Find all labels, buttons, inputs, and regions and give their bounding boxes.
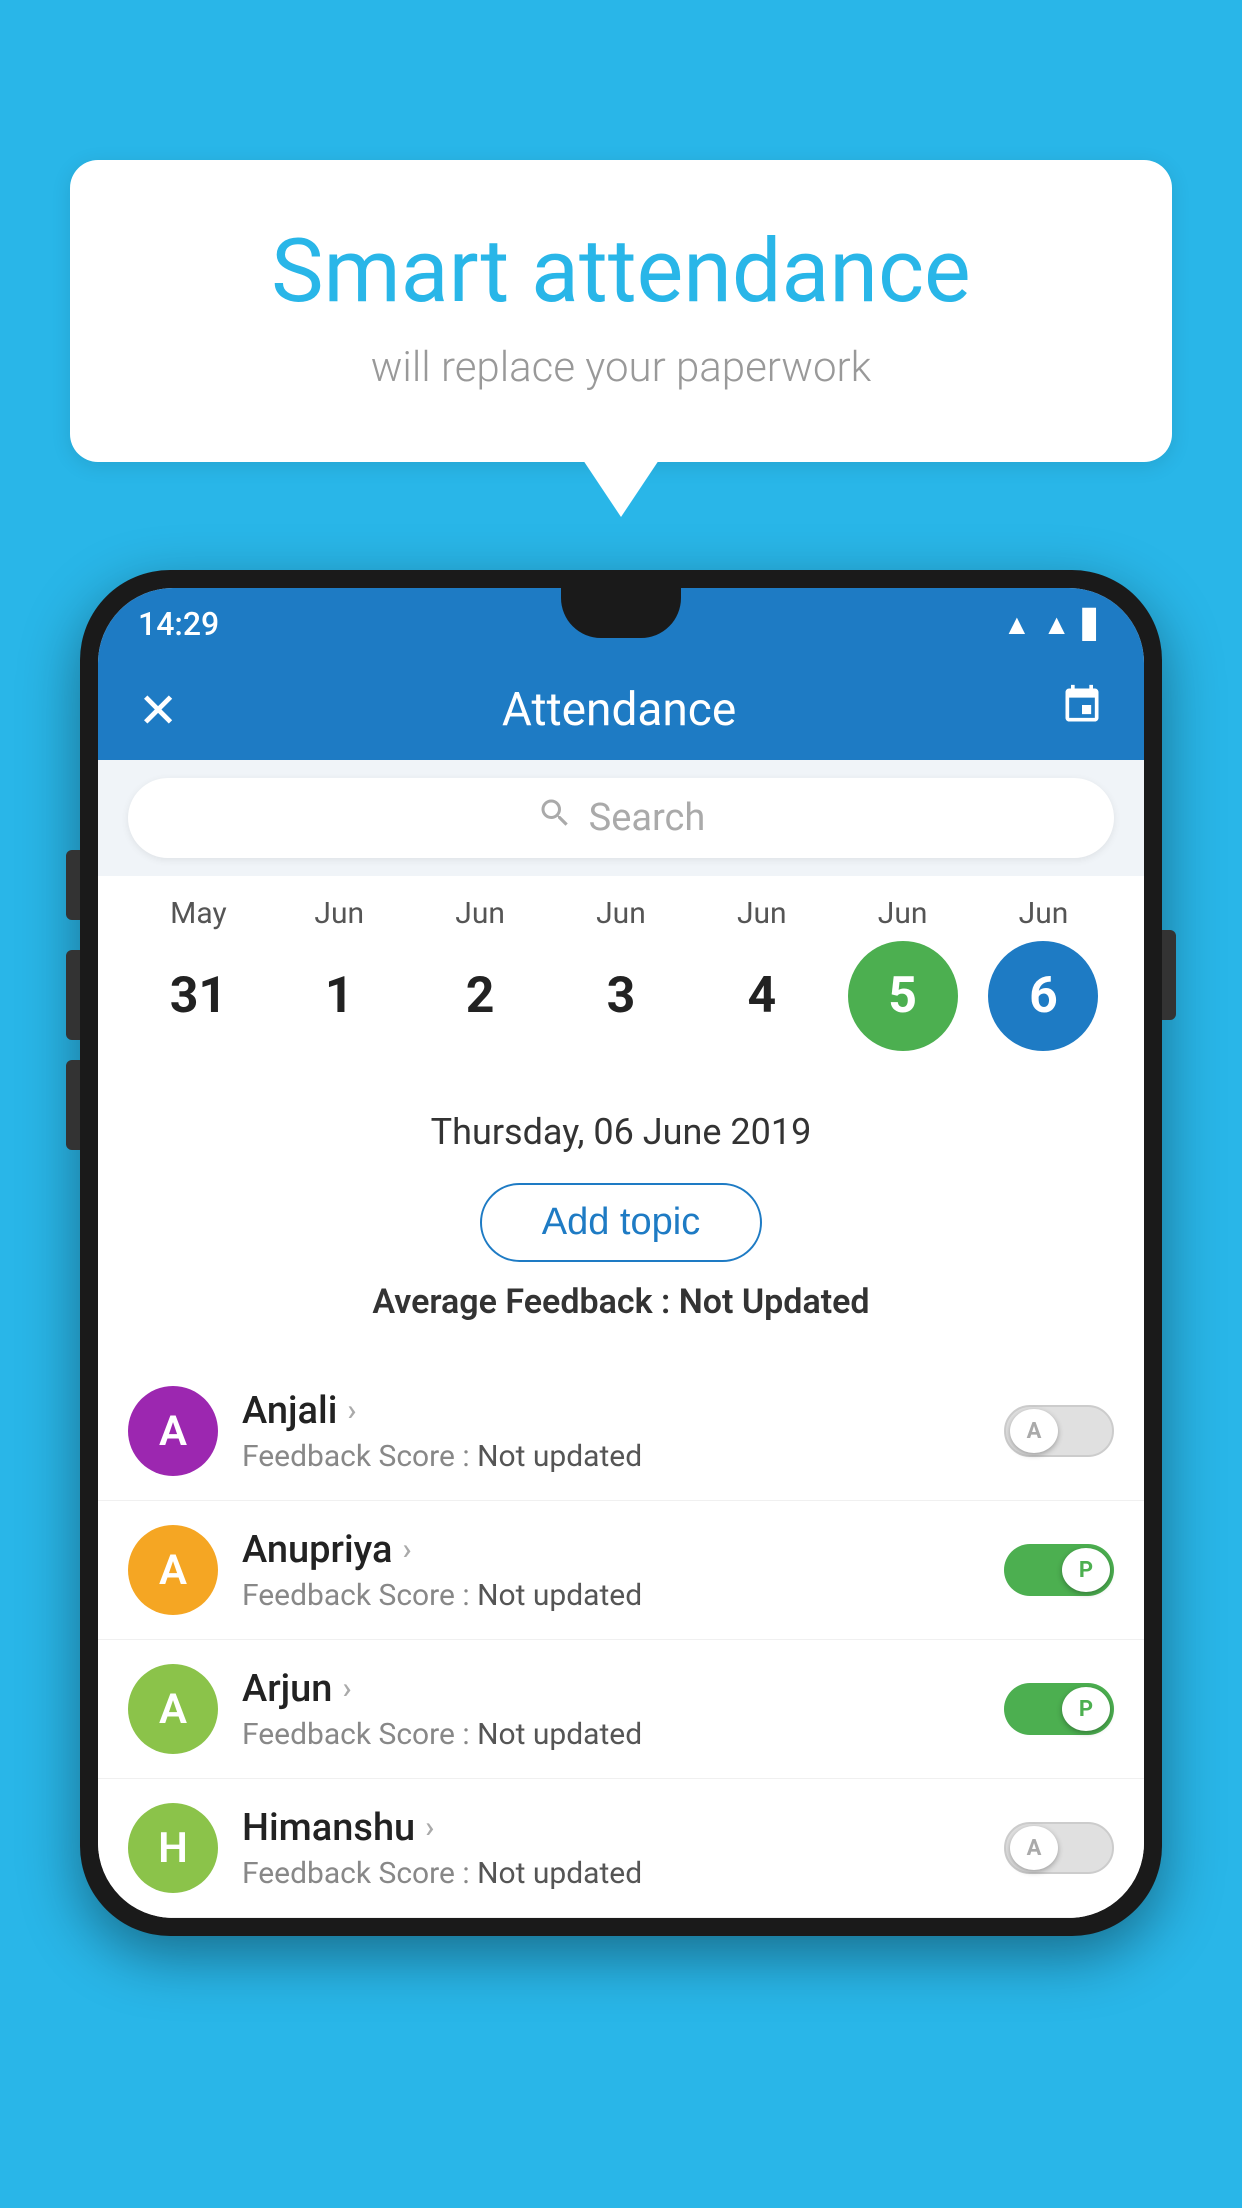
- date-item-5[interactable]: 5: [848, 941, 958, 1051]
- volume-down-button: [66, 1060, 80, 1150]
- feedback-score-3: Feedback Score : Not updated: [242, 1856, 1004, 1891]
- chevron-icon-1: ›: [402, 1532, 411, 1567]
- calendar-icon[interactable]: [1060, 683, 1104, 737]
- student-item-0[interactable]: A Anjali › Feedback Score : Not updated …: [98, 1362, 1144, 1501]
- toggle-3[interactable]: A: [1004, 1822, 1114, 1874]
- toggle-1[interactable]: P: [1004, 1544, 1114, 1596]
- date-item-2[interactable]: 2: [425, 941, 535, 1051]
- toggle-knob-0: A: [1010, 1409, 1058, 1453]
- avg-feedback-value: Not Updated: [679, 1282, 870, 1322]
- toggle-0[interactable]: A: [1004, 1405, 1114, 1457]
- phone-body: 14:29 ▲ ▲ ▋ ✕ Attendance: [80, 570, 1162, 1936]
- student-info-2: Arjun › Feedback Score : Not updated: [242, 1667, 1004, 1752]
- month-label-2: Jun: [420, 896, 540, 931]
- app-title: Attendance: [502, 683, 736, 737]
- add-topic-button[interactable]: Add topic: [128, 1183, 1114, 1262]
- attendance-toggle-0[interactable]: A: [1004, 1405, 1114, 1457]
- student-list: A Anjali › Feedback Score : Not updated …: [98, 1362, 1144, 1918]
- date-item-0[interactable]: 31: [143, 941, 253, 1051]
- wifi-icon: ▲: [1003, 608, 1031, 641]
- add-topic-btn-inner[interactable]: Add topic: [480, 1183, 762, 1262]
- chevron-icon-2: ›: [342, 1671, 351, 1706]
- phone-mockup: 14:29 ▲ ▲ ▋ ✕ Attendance: [80, 570, 1162, 1936]
- speech-bubble-wrapper: Smart attendance will replace your paper…: [70, 160, 1172, 462]
- chevron-icon-0: ›: [347, 1393, 356, 1428]
- month-label-3: Jun: [561, 896, 681, 931]
- feedback-value-3: Not updated: [477, 1856, 642, 1891]
- student-avatar-3: H: [128, 1803, 218, 1893]
- student-info-3: Himanshu › Feedback Score : Not updated: [242, 1806, 1004, 1891]
- avg-feedback: Average Feedback : Not Updated: [128, 1282, 1114, 1322]
- date-item-3[interactable]: 3: [566, 941, 676, 1051]
- volume-up-button: [66, 950, 80, 1040]
- student-avatar-1: A: [128, 1525, 218, 1615]
- feedback-value-0: Not updated: [477, 1439, 642, 1474]
- attendance-toggle-3[interactable]: A: [1004, 1822, 1114, 1874]
- toggle-knob-3: A: [1010, 1826, 1058, 1870]
- month-label-5: Jun: [843, 896, 963, 931]
- search-container: Search: [98, 760, 1144, 876]
- battery-icon: ▋: [1082, 608, 1104, 641]
- student-info-0: Anjali › Feedback Score : Not updated: [242, 1389, 1004, 1474]
- date-item-4[interactable]: 4: [707, 941, 817, 1051]
- search-bar[interactable]: Search: [128, 778, 1114, 858]
- month-label-0: May: [138, 896, 258, 931]
- feedback-value-2: Not updated: [477, 1717, 642, 1752]
- search-icon: [537, 795, 573, 841]
- date-item-1[interactable]: 1: [284, 941, 394, 1051]
- chevron-icon-3: ›: [425, 1810, 434, 1845]
- signal-icon: ▲: [1043, 608, 1071, 641]
- mute-button: [66, 850, 80, 920]
- power-button: [1162, 930, 1176, 1020]
- month-label-4: Jun: [702, 896, 822, 931]
- student-avatar-2: A: [128, 1664, 218, 1754]
- bubble-title: Smart attendance: [150, 220, 1092, 323]
- student-item-1[interactable]: A Anupriya › Feedback Score : Not update…: [98, 1501, 1144, 1640]
- feedback-score-2: Feedback Score : Not updated: [242, 1717, 1004, 1752]
- months-row: May Jun Jun Jun Jun Jun Jun: [118, 896, 1124, 931]
- attendance-toggle-1[interactable]: P: [1004, 1544, 1114, 1596]
- month-label-1: Jun: [279, 896, 399, 931]
- attendance-toggle-2[interactable]: P: [1004, 1683, 1114, 1735]
- feedback-score-0: Feedback Score : Not updated: [242, 1439, 1004, 1474]
- student-name-0: Anjali ›: [242, 1389, 1004, 1433]
- selected-date: Thursday, 06 June 2019: [128, 1101, 1114, 1163]
- feedback-value-1: Not updated: [477, 1578, 642, 1613]
- toggle-knob-2: P: [1062, 1687, 1110, 1731]
- app-header: ✕ Attendance: [98, 660, 1144, 760]
- month-label-6: Jun: [983, 896, 1103, 931]
- student-item-2[interactable]: A Arjun › Feedback Score : Not updated P: [98, 1640, 1144, 1779]
- student-item-3[interactable]: H Himanshu › Feedback Score : Not update…: [98, 1779, 1144, 1918]
- date-item-6[interactable]: 6: [988, 941, 1098, 1051]
- bubble-subtitle: will replace your paperwork: [150, 343, 1092, 392]
- student-name-3: Himanshu ›: [242, 1806, 1004, 1850]
- status-icons: ▲ ▲ ▋: [1003, 608, 1104, 641]
- dates-row: 31 123456: [118, 931, 1124, 1071]
- student-info-1: Anupriya › Feedback Score : Not updated: [242, 1528, 1004, 1613]
- phone-notch: [561, 588, 681, 638]
- speech-bubble: Smart attendance will replace your paper…: [70, 160, 1172, 462]
- content-area: Thursday, 06 June 2019 Add topic Average…: [98, 1081, 1144, 1362]
- toggle-knob-1: P: [1062, 1548, 1110, 1592]
- feedback-score-1: Feedback Score : Not updated: [242, 1578, 1004, 1613]
- student-avatar-0: A: [128, 1386, 218, 1476]
- close-button[interactable]: ✕: [138, 682, 178, 739]
- phone-screen: 14:29 ▲ ▲ ▋ ✕ Attendance: [98, 588, 1144, 1918]
- avg-feedback-label: Average Feedback :: [372, 1282, 670, 1322]
- status-time: 14:29: [138, 605, 219, 643]
- student-name-1: Anupriya ›: [242, 1528, 1004, 1572]
- calendar-strip: May Jun Jun Jun Jun Jun Jun 31 123456: [98, 876, 1144, 1081]
- search-placeholder: Search: [589, 796, 706, 840]
- toggle-2[interactable]: P: [1004, 1683, 1114, 1735]
- student-name-2: Arjun ›: [242, 1667, 1004, 1711]
